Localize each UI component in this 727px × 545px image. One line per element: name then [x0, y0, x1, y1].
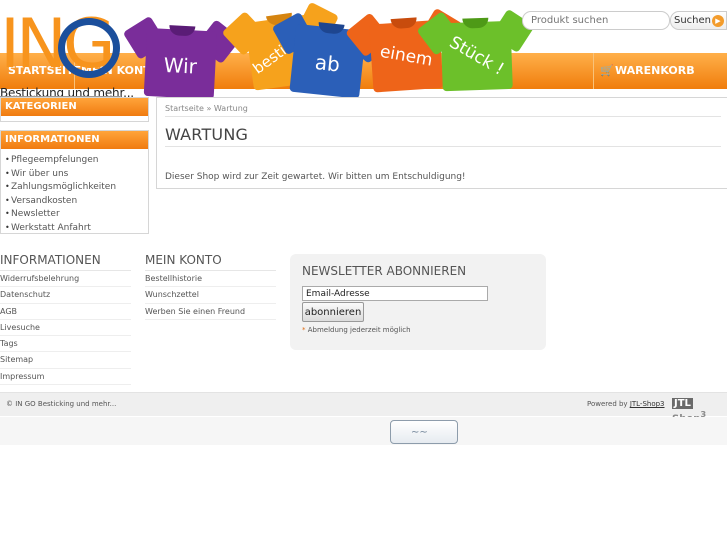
- newsletter-email-input[interactable]: [302, 286, 488, 301]
- sidebar-informationen-title: INFORMATIONEN: [1, 131, 148, 149]
- footer-link[interactable]: Impressum: [0, 369, 131, 386]
- powered-by: Powered by JTL-Shop3: [587, 400, 665, 408]
- newsletter-box: NEWSLETTER ABONNIEREN abonnieren * Abmel…: [290, 254, 546, 350]
- footer-mein-konto: MEIN KONTO Bestellhistorie Wunschzettel …: [145, 253, 276, 320]
- site-header: STARTSEITE MEIN KONTO KT 🛒WARENKORB (0,0…: [0, 0, 727, 113]
- footer-link[interactable]: Widerrufsbelehrung: [0, 271, 131, 288]
- sidebar-info-item[interactable]: •Werkstatt Anfahrt: [5, 221, 148, 235]
- footer-link[interactable]: Datenschutz: [0, 287, 131, 304]
- certification-badge[interactable]: ∼∼: [390, 420, 458, 444]
- divider: [165, 146, 721, 147]
- sidebar-kategorien-box: KATEGORIEN: [0, 97, 149, 122]
- search-button-label: Suchen: [674, 15, 712, 26]
- lower-bar: [0, 417, 727, 445]
- copyright-bar: © IN GO Besticking und mehr... Powered b…: [0, 392, 727, 424]
- banner-word-1: Wir: [163, 52, 198, 79]
- sidebar-info-item[interactable]: •Zahlungsmöglichkeiten: [5, 180, 148, 194]
- logo-ring: [58, 18, 120, 78]
- sidebar-informationen-box: INFORMATIONEN •Pflegeempfelungen •Wir üb…: [0, 130, 149, 234]
- footer-link[interactable]: Tags: [0, 336, 131, 353]
- divider: [165, 116, 721, 117]
- footer-link[interactable]: Werben Sie einen Freund: [145, 304, 276, 320]
- maintenance-message: Dieser Shop wird zur Zeit gewartet. Wir …: [165, 172, 466, 182]
- footer-mein-konto-title: MEIN KONTO: [145, 253, 276, 271]
- newsletter-subscribe-button[interactable]: abonnieren: [302, 302, 364, 322]
- footer-informationen: INFORMATIONEN Widerrufsbelehrung Datensc…: [0, 253, 131, 386]
- breadcrumb[interactable]: Startseite » Wartung: [165, 104, 248, 113]
- newsletter-title: NEWSLETTER ABONNIEREN: [302, 264, 467, 278]
- site-logo[interactable]: ING Bestickung und mehr...: [0, 10, 134, 102]
- sidebar-info-item[interactable]: •Versandkosten: [5, 194, 148, 208]
- arrow-right-icon: ▶: [712, 15, 724, 27]
- tshirt-banner: Wir besticken ab einem Stück !: [122, 1, 540, 103]
- sidebar-info-list: •Pflegeempfelungen •Wir über uns •Zahlun…: [1, 149, 148, 234]
- sidebar-kategorien-title: KATEGORIEN: [1, 98, 148, 116]
- sidebar-info-item[interactable]: •Wir über uns: [5, 167, 148, 181]
- cart-icon: 🛒: [600, 64, 614, 77]
- footer-informationen-title: INFORMATIONEN: [0, 253, 131, 271]
- asterisk-icon: *: [302, 326, 306, 334]
- search-button[interactable]: Suchen ▶: [670, 11, 727, 30]
- copyright-text: © IN GO Besticking und mehr...: [6, 400, 117, 408]
- footer-link[interactable]: Bestellhistorie: [145, 271, 276, 288]
- footer-link[interactable]: Sitemap: [0, 352, 131, 369]
- main-content: Startseite » Wartung WARTUNG Dieser Shop…: [156, 97, 727, 189]
- search-input[interactable]: [522, 11, 670, 30]
- footer-link[interactable]: Livesuche: [0, 320, 131, 337]
- footer-link[interactable]: Wunschzettel: [145, 287, 276, 304]
- page-title: WARTUNG: [165, 125, 249, 144]
- footer-link[interactable]: AGB: [0, 304, 131, 320]
- nav-warenkorb[interactable]: 🛒WARENKORB (0,00 €): [593, 53, 727, 113]
- sidebar-info-item[interactable]: •Newsletter: [5, 207, 148, 221]
- jtl-shop-link[interactable]: JTL-Shop3: [630, 400, 665, 408]
- sidebar-info-item[interactable]: •Pflegeempfelungen: [5, 153, 148, 167]
- newsletter-note: * Abmeldung jederzeit möglich: [302, 326, 411, 334]
- badge-squiggle-icon: ∼∼: [411, 427, 428, 438]
